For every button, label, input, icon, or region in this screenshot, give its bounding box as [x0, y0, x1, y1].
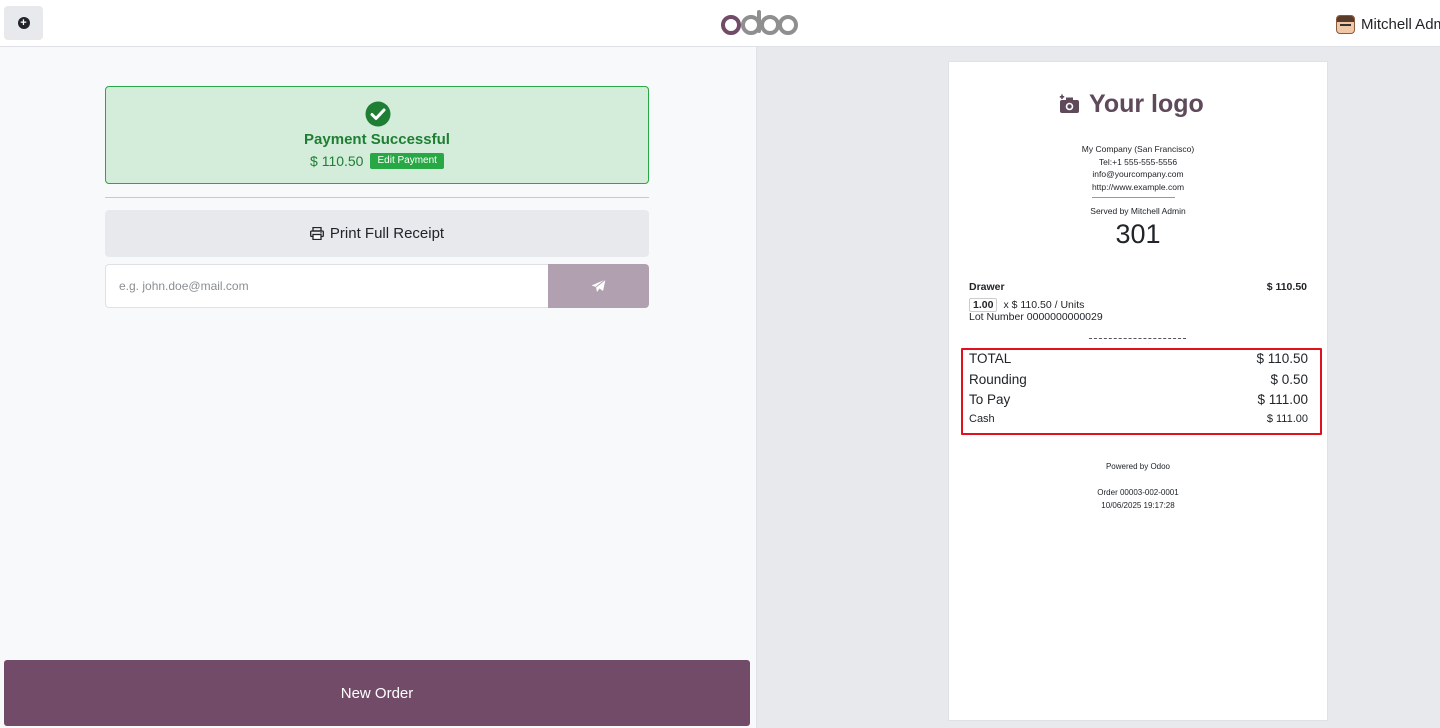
- user-avatar: [1336, 14, 1355, 34]
- receipt-dashed-separator: [1089, 338, 1186, 339]
- payment-amount: $ 110.50: [310, 153, 364, 169]
- top-bar: + Mitchell Admin: [0, 0, 1440, 47]
- total-value: $ 110.50: [1256, 351, 1308, 366]
- cash-row: Cash $ 111.00: [969, 413, 1308, 425]
- user-name: Mitchell Admin: [1361, 15, 1440, 33]
- orderline-lot: Lot Number 0000000000029: [969, 311, 1103, 323]
- new-order-button[interactable]: New Order: [4, 660, 750, 726]
- to-pay-row: To Pay $ 111.00: [969, 392, 1308, 407]
- edit-payment-button[interactable]: Edit Payment: [370, 153, 444, 169]
- powered-by: Powered by Odoo: [1105, 462, 1171, 471]
- orderline-detail: 1.00 x $ 110.50 / Units: [969, 298, 1084, 312]
- to-pay-value: $ 111.00: [1257, 392, 1308, 407]
- served-by: Served by Mitchell Admin: [1090, 206, 1186, 216]
- order-number: Order 00003-002-0001: [1097, 488, 1179, 497]
- payment-amount-row: $ 110.50 Edit Payment: [106, 153, 648, 169]
- divider: [105, 197, 649, 198]
- add-order-button[interactable]: +: [4, 6, 43, 40]
- company-info: My Company (San Francisco) Tel:+1 555-55…: [949, 143, 1327, 193]
- total-row: TOTAL $ 110.50: [969, 351, 1308, 366]
- receipt-logo: Your logo: [1059, 84, 1229, 124]
- printer-icon: [309, 227, 324, 240]
- odoo-logo: [721, 10, 798, 35]
- plus-circle-icon: +: [17, 17, 30, 29]
- company-name: My Company (San Francisco): [1081, 144, 1195, 154]
- orderline-price: $ 110.50: [1266, 281, 1307, 293]
- new-order-label: New Order: [340, 684, 414, 702]
- paper-plane-icon: [591, 279, 606, 292]
- company-website: http://www.example.com: [1091, 181, 1185, 192]
- rounding-label: Rounding: [969, 372, 1027, 387]
- print-full-receipt-button[interactable]: Print Full Receipt: [105, 210, 649, 257]
- total-label: TOTAL: [969, 351, 1012, 366]
- ticket-number: 301: [1115, 219, 1161, 249]
- order-datetime: 10/06/2025 19:17:28: [1101, 500, 1175, 510]
- orderline-qty: 1.00: [969, 298, 998, 312]
- rounding-value: $ 0.50: [1270, 372, 1308, 387]
- payment-success-banner: Payment Successful $ 110.50 Edit Payment: [105, 86, 649, 184]
- to-pay-label: To Pay: [969, 392, 1011, 407]
- receipt-preview-pane: Your logo My Company (San Francisco) Tel…: [756, 47, 1440, 728]
- totals-highlight-box: TOTAL $ 110.50 Rounding $ 0.50 To Pay $ …: [961, 348, 1322, 435]
- receipt: Your logo My Company (San Francisco) Tel…: [948, 61, 1328, 721]
- receipt-logo-text: Your logo: [1089, 89, 1204, 118]
- orderline-product: Drawer: [969, 281, 1005, 293]
- cash-value: $ 111.00: [1266, 413, 1308, 425]
- orderline-unit-price: x $ 110.50 / Units: [1003, 299, 1085, 311]
- user-menu[interactable]: Mitchell Admin: [1336, 12, 1440, 36]
- rounding-row: Rounding $ 0.50: [969, 372, 1308, 387]
- payment-screen-pane: Payment Successful $ 110.50 Edit Payment…: [0, 47, 756, 728]
- print-full-receipt-label: Print Full Receipt: [329, 225, 445, 242]
- camera-plus-icon: [1059, 94, 1079, 113]
- company-phone: Tel:+1 555-555-5556: [1098, 156, 1178, 167]
- email-input[interactable]: [105, 264, 548, 308]
- receipt-separator: [1092, 197, 1175, 198]
- payment-status-title: Payment Successful: [304, 131, 450, 148]
- cash-label: Cash: [969, 413, 995, 425]
- company-email: info@yourcompany.com: [1092, 169, 1184, 180]
- order-reference: Order 00003-002-0001 10/06/2025 19:17:28: [949, 487, 1327, 512]
- send-email-button[interactable]: [548, 264, 649, 308]
- check-circle-icon: [365, 101, 391, 127]
